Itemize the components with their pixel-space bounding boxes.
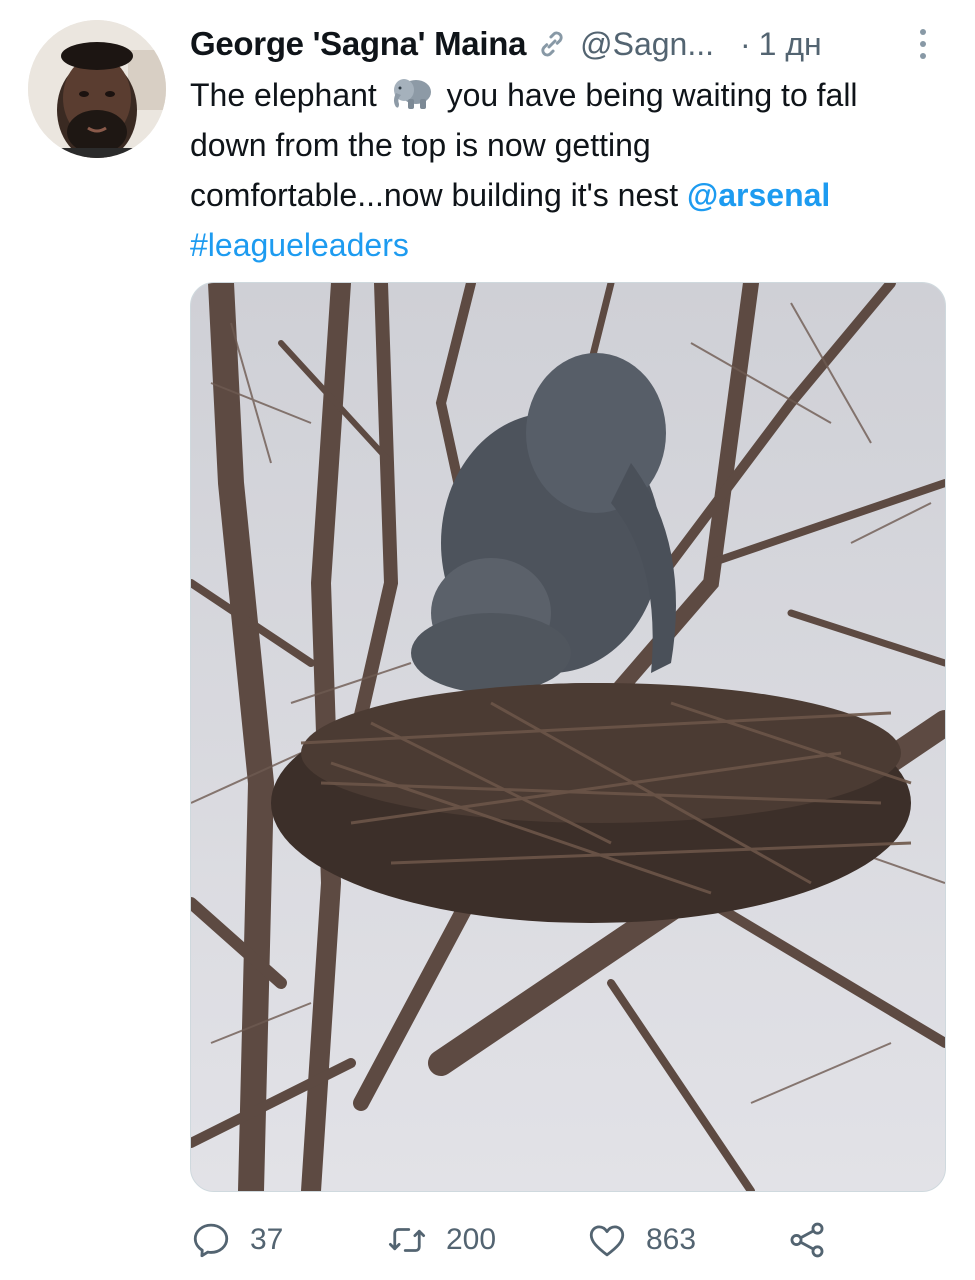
mention-link[interactable]: @arsenal: [687, 177, 830, 213]
text-segment: you have being waiting to fall: [437, 77, 858, 113]
avatar-photo: [28, 20, 166, 158]
tweet-text-line-4: #leagueleaders: [190, 220, 960, 270]
author-name[interactable]: George 'Sagna' Maina: [190, 25, 526, 63]
retweet-count: 200: [446, 1223, 497, 1256]
tweet-text-line-1: The elephant you have being waiting to f…: [190, 70, 960, 120]
link-icon: [534, 26, 570, 62]
hashtag-link[interactable]: #leagueleaders: [190, 227, 409, 263]
separator-dot: ·: [740, 25, 751, 62]
tweet-image[interactable]: [190, 282, 946, 1192]
nest: [271, 683, 912, 923]
retweet-icon: [388, 1228, 426, 1252]
text-segment: The elephant: [190, 77, 386, 113]
tweet-time[interactable]: 1 дн: [759, 26, 822, 63]
like-button[interactable]: 863: [586, 1219, 786, 1261]
tweet-header: George 'Sagna' Maina @Sagn... · 1 дн: [190, 20, 950, 68]
like-count: 863: [646, 1223, 697, 1256]
tweet-actions: 37 200 863: [190, 1210, 950, 1270]
avatar[interactable]: [28, 20, 166, 158]
tweet-text: The elephant you have being waiting to f…: [190, 70, 960, 270]
share-icon: [790, 1222, 824, 1258]
elephant-emoji: [390, 75, 434, 109]
reply-icon: [193, 1223, 229, 1258]
reply-count: 37: [250, 1223, 284, 1256]
retweet-button[interactable]: 200: [386, 1219, 586, 1261]
reply-button[interactable]: 37: [190, 1219, 386, 1261]
tweet-text-line-3: comfortable...now building it's nest @ar…: [190, 170, 960, 220]
text-segment: comfortable...now building it's nest: [190, 177, 688, 213]
elephant-in-nest-photo: [191, 283, 945, 1191]
heart-icon: [589, 1225, 625, 1257]
tweet-text-line-2: down from the top is now getting: [190, 127, 651, 163]
share-button[interactable]: [786, 1219, 828, 1261]
more-vertical-icon[interactable]: [918, 24, 928, 64]
author-handle[interactable]: @Sagn...: [580, 26, 714, 63]
